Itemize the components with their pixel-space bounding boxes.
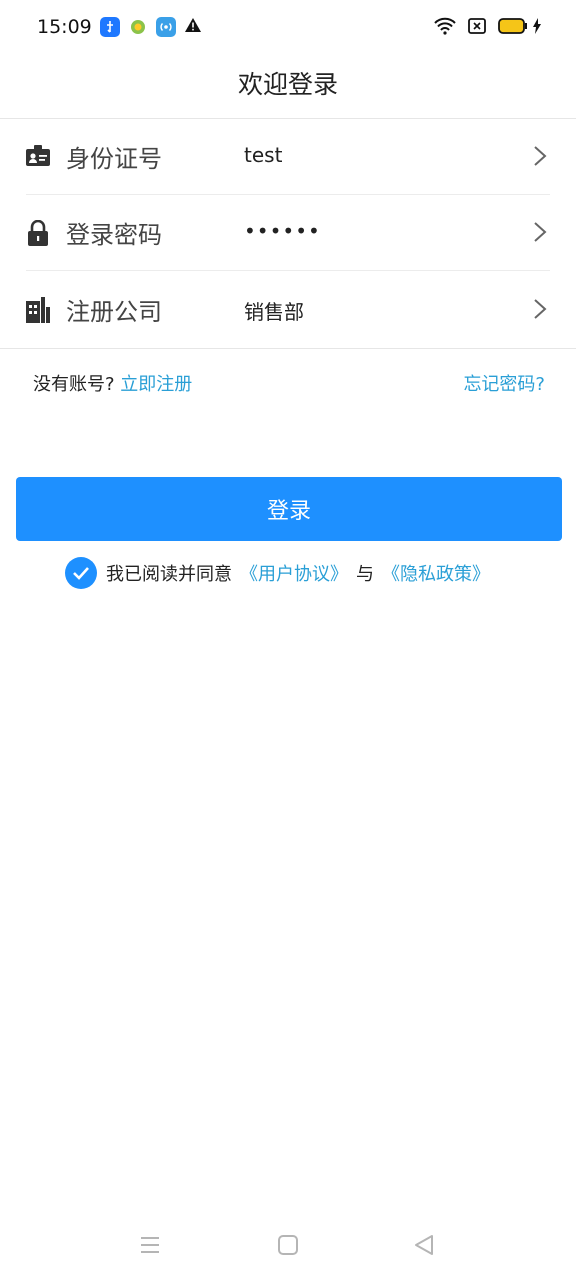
company-label: 注册公司 [66, 298, 162, 326]
account-links: 没有账号? 立即注册 忘记密码? [0, 348, 576, 414]
privacy-policy-link[interactable]: 《隐私政策》 [382, 560, 490, 586]
chevron-right-icon [532, 145, 548, 167]
company-value[interactable]: 销售部 [244, 296, 304, 325]
lock-icon [26, 219, 50, 246]
status-bar: 15:09 [0, 0, 576, 56]
usb-icon [100, 17, 120, 37]
checkmark-icon [73, 567, 89, 580]
no-account-text: 没有账号? [33, 374, 115, 395]
system-icons [434, 17, 542, 39]
clock: 15:09 [37, 16, 92, 38]
menu-icon[interactable] [137, 1232, 167, 1262]
building-icon [26, 297, 50, 323]
battery-icon [498, 18, 528, 38]
password-field[interactable]: 登录密码 •••••• [26, 195, 550, 271]
agreement-row: 我已阅读并同意 《用户协议》 与 《隐私政策》 [65, 556, 490, 590]
chevron-right-icon [532, 298, 548, 320]
charging-icon [532, 18, 542, 38]
no-account-prompt: 没有账号? 立即注册 [33, 370, 192, 396]
warning-icon [184, 17, 202, 37]
id-number-label: 身份证号 [66, 145, 162, 173]
id-card-icon [26, 144, 50, 170]
notification-icons [100, 17, 202, 37]
forgot-password-link[interactable]: 忘记密码? [463, 370, 545, 396]
hotspot-icon [156, 17, 176, 37]
login-button[interactable]: 登录 [16, 477, 562, 541]
agreement-connector: 与 [356, 564, 374, 585]
divider [26, 270, 550, 271]
id-number-field[interactable]: 身份证号 test [26, 119, 550, 195]
company-field[interactable]: 注册公司 销售部 [26, 272, 550, 348]
password-label: 登录密码 [66, 221, 162, 249]
agreement-prefix: 我已阅读并同意 [106, 564, 232, 585]
password-value[interactable]: •••••• [244, 219, 321, 243]
register-link[interactable]: 立即注册 [120, 374, 192, 395]
chevron-right-icon [532, 221, 548, 243]
page-title: 欢迎登录 [237, 70, 338, 99]
back-icon[interactable] [411, 1232, 441, 1262]
wifi-icon [434, 17, 456, 39]
no-sim-icon [468, 18, 486, 38]
agreement-checkbox[interactable] [65, 557, 97, 589]
home-icon[interactable] [275, 1232, 305, 1262]
system-nav-bar [0, 1216, 576, 1280]
app-badge-icon [128, 17, 148, 37]
login-form: 身份证号 test 登录密码 •••••• 注册公司 销售部 [0, 119, 576, 349]
user-agreement-link[interactable]: 《用户协议》 [240, 560, 348, 586]
title-bar: 欢迎登录 [0, 56, 576, 119]
id-number-value[interactable]: test [244, 143, 282, 167]
